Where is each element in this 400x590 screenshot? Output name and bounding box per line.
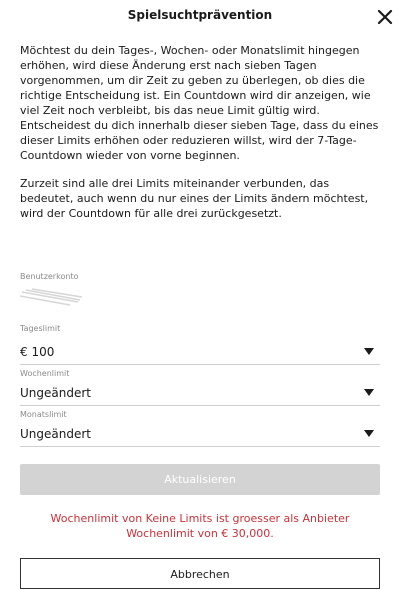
caret-down-icon xyxy=(364,430,374,437)
weekly-limit-label: Wochenlimit xyxy=(20,369,70,378)
account-value-redacted xyxy=(19,288,83,306)
update-button[interactable]: Aktualisieren xyxy=(20,464,380,495)
limit-modal: Spielsuchtprävention Möchtest du dein Ta… xyxy=(0,0,400,589)
account-label: Benutzerkonto xyxy=(20,272,79,281)
caret-down-icon xyxy=(364,389,374,396)
info-paragraph-2: Zurzeit sind alle drei Limits miteinande… xyxy=(20,177,369,220)
close-icon[interactable] xyxy=(376,8,394,26)
weekly-limit-value: Ungeändert xyxy=(20,386,91,400)
modal-content: Möchtest du dein Tages-, Wochen- oder Mo… xyxy=(0,33,400,589)
daily-limit-value: € 100 xyxy=(20,345,55,359)
daily-limit-label: Tageslimit xyxy=(20,324,61,333)
monthly-limit-select[interactable]: Ungeändert xyxy=(20,424,380,447)
caret-down-icon xyxy=(364,348,374,355)
weekly-limit-select[interactable]: Ungeändert xyxy=(20,383,380,406)
info-paragraph-1: Möchtest du dein Tages-, Wochen- oder Mo… xyxy=(20,44,379,162)
modal-header: Spielsuchtprävention xyxy=(0,0,400,33)
monthly-limit-value: Ungeändert xyxy=(20,427,91,441)
error-message: Wochenlimit von Keine Limits ist groesse… xyxy=(50,512,350,540)
cancel-button[interactable]: Abbrechen xyxy=(20,558,380,589)
daily-limit-select[interactable]: € 100 xyxy=(20,342,380,365)
modal-title: Spielsuchtprävention xyxy=(127,8,273,22)
monthly-limit-label: Monatslimit xyxy=(20,410,67,419)
